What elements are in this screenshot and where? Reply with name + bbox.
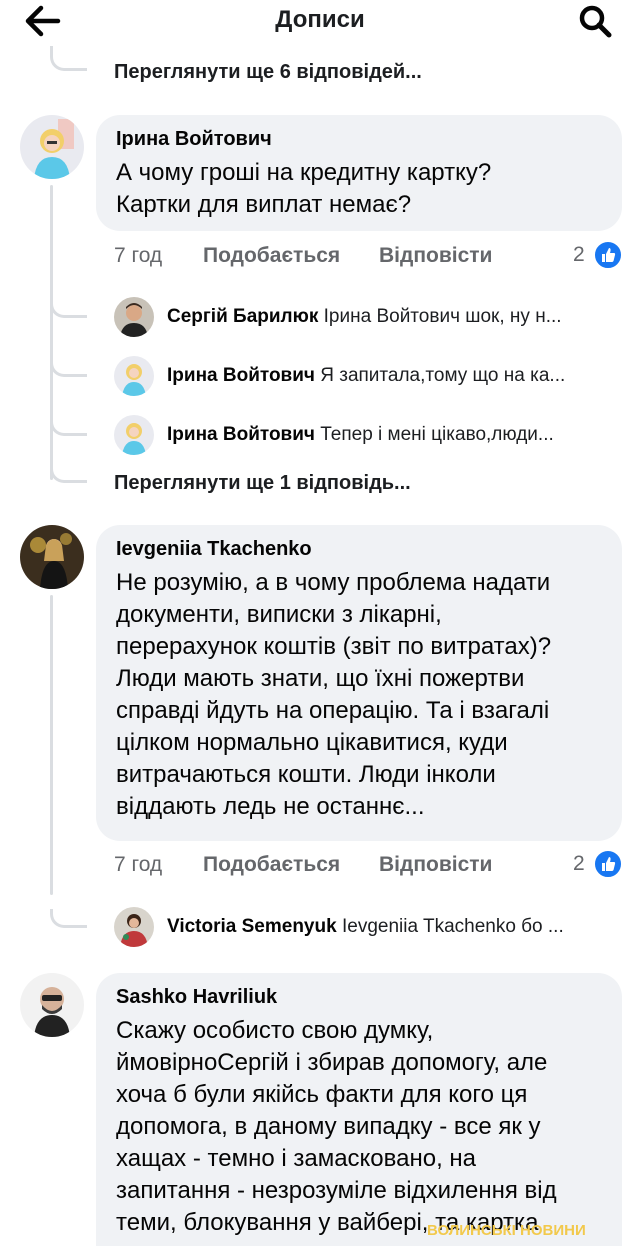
comment-text-line: А чому гроші на кредитну картку? bbox=[116, 159, 492, 186]
comment-author[interactable]: Ірина Войтович bbox=[116, 128, 272, 151]
reply-text: Я запитала,тому що на ка... bbox=[320, 365, 566, 386]
reply-button[interactable]: Відповісти bbox=[379, 244, 492, 268]
reply-author[interactable]: Victoria Semenyuk bbox=[167, 916, 337, 937]
comment-author[interactable]: Ievgeniia Tkachenko bbox=[116, 538, 312, 561]
comment-bubble: Sashko Havriliuk Скажу особисто свою дум… bbox=[96, 973, 622, 1246]
reply-item[interactable]: Сергій Барилюк Ірина Войтович шок, ну н.… bbox=[167, 306, 562, 328]
avatar[interactable] bbox=[20, 973, 84, 1037]
reaction-count[interactable]: 2 bbox=[573, 243, 585, 267]
comment-text-line: цілком нормально цікавитися, куди bbox=[116, 729, 508, 756]
avatar[interactable] bbox=[20, 115, 84, 179]
view-more-replies-link[interactable]: Переглянути ще 1 відповідь... bbox=[114, 472, 411, 495]
thread-connector bbox=[50, 909, 87, 928]
watermark: ВОЛИНСЬКІ НОВИНИ bbox=[427, 1222, 586, 1239]
comment-author[interactable]: Sashko Havriliuk bbox=[116, 986, 277, 1009]
thread-connector bbox=[50, 464, 87, 483]
reply-text: Тепер і мені цікаво,люди... bbox=[320, 424, 554, 445]
avatar[interactable] bbox=[114, 356, 154, 396]
search-icon bbox=[579, 5, 612, 38]
avatar[interactable] bbox=[114, 907, 154, 947]
comment-text-line: хоча б були якійсь факти для кого ця bbox=[116, 1081, 528, 1108]
comment-text-line: Скажу особисто свою думку, bbox=[116, 1017, 434, 1044]
reply-text: Ірина Войтович шок, ну н... bbox=[323, 306, 562, 327]
thread-connector bbox=[50, 358, 87, 377]
top-bar: Дописи bbox=[0, 0, 640, 44]
comment-text-line: допомога, в даному випадку - все як у bbox=[116, 1113, 541, 1140]
reply-button[interactable]: Відповісти bbox=[379, 853, 492, 877]
thread-connector bbox=[50, 46, 87, 71]
comment-text-line: Не розумію, а в чому проблема надати bbox=[116, 569, 551, 596]
comment-text-line: справді йдуть на операцію. Та і взагалі bbox=[116, 697, 550, 724]
thread-line bbox=[50, 595, 53, 895]
comment-bubble: Ірина Войтович А чому гроші на кредитну … bbox=[96, 115, 622, 231]
reply-item[interactable]: Ірина Войтович Я запитала,тому що на ка.… bbox=[167, 365, 565, 387]
reply-text: Ievgeniia Tkachenko бо ... bbox=[341, 916, 564, 937]
thread-connector bbox=[50, 417, 87, 436]
comment-time[interactable]: 7 год bbox=[114, 244, 162, 268]
avatar[interactable] bbox=[20, 525, 84, 589]
search-button[interactable] bbox=[574, 2, 618, 40]
thread-line bbox=[50, 185, 53, 480]
comment-text-line: перерахунок коштів (звіт по витратах)? bbox=[116, 633, 552, 660]
avatar[interactable] bbox=[114, 297, 154, 337]
comment-text-line: ймовірноСергій і збирав допомогу, але bbox=[116, 1049, 548, 1076]
thread-connector bbox=[50, 299, 87, 318]
comment-text-line: Люди мають знати, що їхні пожертви bbox=[116, 665, 525, 692]
like-button[interactable]: Подобається bbox=[203, 853, 340, 877]
comment-time[interactable]: 7 год bbox=[114, 853, 162, 877]
reply-item[interactable]: Victoria Semenyuk Ievgeniia Tkachenko бо… bbox=[167, 916, 564, 938]
avatar[interactable] bbox=[114, 415, 154, 455]
comment-bubble: Ievgeniia Tkachenko Не розумію, а в чому… bbox=[96, 525, 622, 841]
page-title: Дописи bbox=[275, 6, 365, 33]
like-button[interactable]: Подобається bbox=[203, 244, 340, 268]
like-reaction-icon bbox=[593, 849, 623, 879]
reply-author[interactable]: Сергій Барилюк bbox=[167, 306, 318, 327]
comment-text-line: документи, виписки з лікарні, bbox=[116, 601, 442, 628]
comment-text-line: хащах - темно і замасковано, на bbox=[116, 1145, 477, 1172]
comment-text-line: Картки для виплат немає? bbox=[116, 191, 412, 218]
reply-author[interactable]: Ірина Войтович bbox=[167, 424, 315, 445]
comment-text-line: запитання - незрозуміле відхилення від bbox=[116, 1177, 557, 1204]
reaction-count[interactable]: 2 bbox=[573, 852, 585, 876]
like-reaction-icon bbox=[593, 240, 623, 270]
comment-text-line: віддають ледь не останнє... bbox=[116, 793, 425, 820]
comment-text-line: витрачаються кошти. Люди інколи bbox=[116, 761, 496, 788]
reply-author[interactable]: Ірина Войтович bbox=[167, 365, 315, 386]
view-more-replies-link[interactable]: Переглянути ще 6 відповідей... bbox=[114, 61, 422, 84]
reply-item[interactable]: Ірина Войтович Тепер і мені цікаво,люди.… bbox=[167, 424, 554, 446]
